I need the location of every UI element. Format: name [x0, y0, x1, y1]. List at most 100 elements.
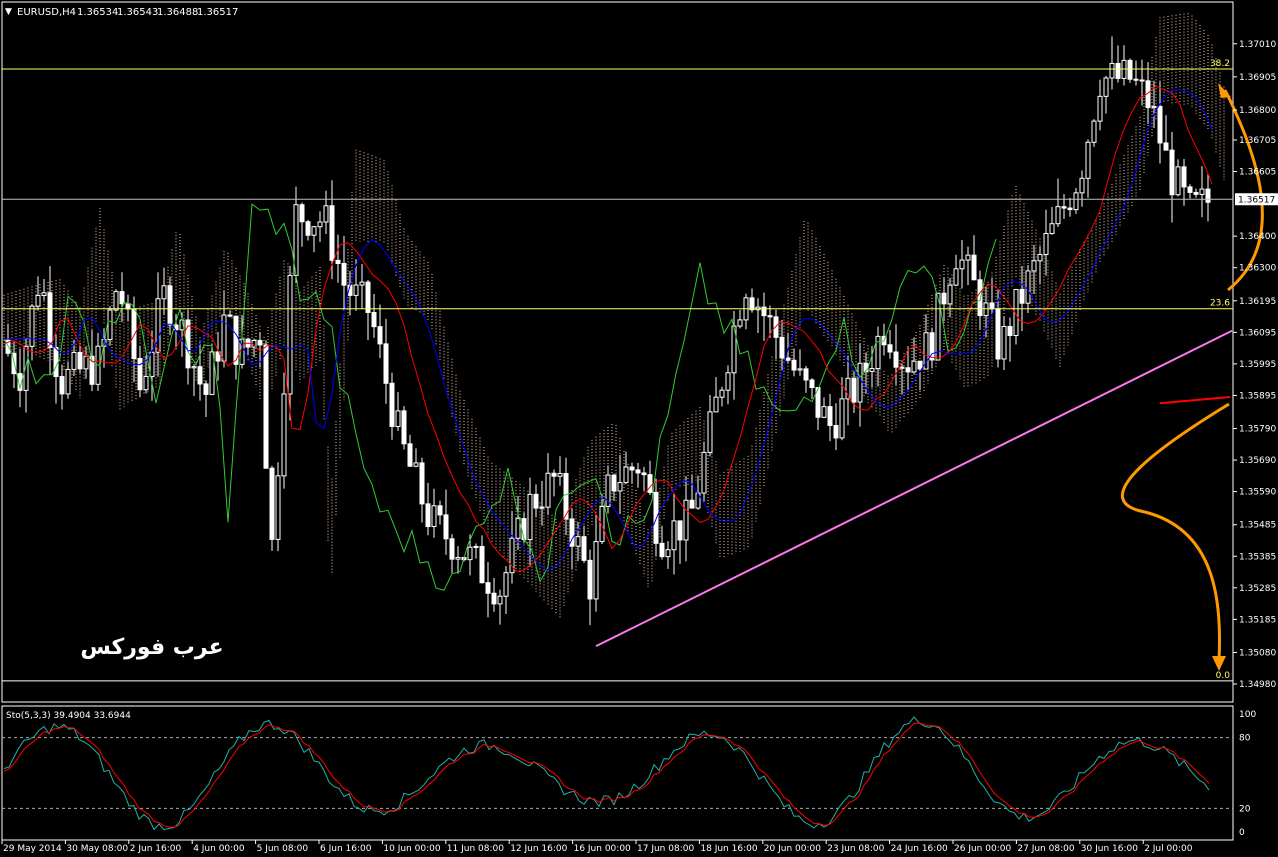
candle-body [485, 582, 491, 594]
candle-body [305, 221, 311, 236]
price-tick-label: 1.35385 [1239, 552, 1276, 562]
candle-body [773, 316, 779, 338]
candle-body [959, 259, 965, 270]
candle-body [389, 382, 395, 427]
candle-body [1205, 188, 1211, 203]
candle-body [1187, 186, 1193, 193]
candle-body [311, 226, 317, 236]
candle-body [257, 339, 263, 346]
candle-body [191, 366, 197, 369]
candle-body [545, 472, 551, 508]
candle-body [809, 379, 815, 389]
candle-body [767, 315, 773, 318]
candle-body [167, 285, 173, 326]
candle-body [677, 520, 683, 541]
candle-body [1157, 105, 1163, 144]
candle-body [617, 482, 623, 492]
candle-body [527, 493, 533, 541]
candle-body [425, 503, 431, 528]
candle-body [551, 472, 557, 477]
ohlc-close: 1.36517 [197, 7, 238, 18]
candle-body [1139, 79, 1145, 82]
candle-body [269, 467, 275, 540]
candle-body [1175, 166, 1181, 196]
candle-body [1115, 62, 1121, 79]
candle-body [905, 367, 911, 373]
candle-body [1091, 120, 1097, 143]
price-tick-label: 1.35995 [1239, 360, 1276, 370]
candle-body [413, 462, 419, 467]
candle-body [791, 359, 797, 371]
price-axis[interactable]: 1.37010 1.36905 1.36800 1.36705 1.36605 1.364… [1233, 40, 1276, 690]
candle-body [353, 284, 359, 296]
time-tick-label: 30 Jun 16:00 [1081, 844, 1138, 854]
stoch-tick-label: 20 [1239, 804, 1251, 814]
candle-body [491, 592, 497, 605]
candle-body [581, 536, 587, 561]
candle-body [671, 520, 677, 551]
fibo-level-label: 38.2 [1210, 59, 1230, 69]
candle-body [851, 377, 857, 403]
candle-body [1031, 260, 1037, 272]
time-tick-label: 23 Jun 08:00 [827, 844, 884, 854]
candle-body [83, 355, 89, 370]
candle-body [653, 491, 659, 544]
candle-body [479, 545, 485, 584]
candle-body [29, 305, 35, 347]
time-tick-label: 10 Jun 00:00 [383, 844, 440, 854]
candle-body [623, 466, 629, 484]
candle-body [119, 291, 125, 305]
candle-body [497, 595, 503, 605]
candle-body [833, 425, 839, 439]
candle-body [1043, 233, 1049, 255]
candle-body [857, 362, 863, 403]
price-tick-label: 1.35185 [1239, 615, 1276, 625]
candle-body [473, 545, 479, 548]
candle-body [281, 393, 287, 477]
candle-body [1079, 177, 1085, 194]
candle-body [557, 472, 563, 477]
candle-body [719, 389, 725, 398]
price-tick-label: 1.35895 [1239, 391, 1276, 401]
price-tick-label: 1.34980 [1239, 680, 1276, 690]
candle-body [587, 559, 593, 600]
candle-body [953, 268, 959, 286]
candle-body [1151, 105, 1157, 109]
candle-body [1193, 191, 1199, 195]
menu-arrow-icon[interactable]: ▼ [5, 7, 12, 17]
price-tick-label: 1.35790 [1239, 425, 1276, 435]
candle-body [887, 344, 893, 353]
candle-body [533, 493, 539, 509]
candle-body [899, 366, 905, 369]
price-tick-label: 1.36400 [1239, 232, 1276, 242]
candle-body [977, 279, 983, 317]
candle-body [839, 398, 845, 439]
price-tick-label: 1.36905 [1239, 73, 1276, 83]
candle-body [893, 351, 899, 368]
candle-body [683, 499, 689, 541]
price-tick-label: 1.35080 [1239, 648, 1276, 658]
candle-body [1019, 288, 1025, 304]
candle-body [803, 368, 809, 381]
candle-body [323, 205, 329, 223]
candle-body [401, 410, 407, 445]
candle-body [1163, 142, 1169, 151]
candle-body [161, 285, 167, 300]
candle-body [203, 383, 209, 395]
candle-body [785, 357, 791, 361]
candle-body [659, 542, 665, 558]
candle-body [227, 314, 233, 317]
candle-body [197, 366, 203, 385]
candle-body [503, 572, 509, 597]
stoch-tick-label: 100 [1239, 710, 1256, 720]
candle-body [1085, 141, 1091, 179]
candle-body [521, 518, 527, 541]
candle-body [1073, 192, 1079, 211]
candle-body [689, 499, 695, 509]
time-tick-label: 6 Jun 16:00 [320, 844, 372, 854]
price-tick-label: 1.35690 [1239, 456, 1276, 466]
time-tick-label: 5 Jun 08:00 [257, 844, 309, 854]
candle-body [1097, 95, 1103, 122]
candle-body [383, 343, 389, 384]
candle-body [71, 351, 77, 370]
